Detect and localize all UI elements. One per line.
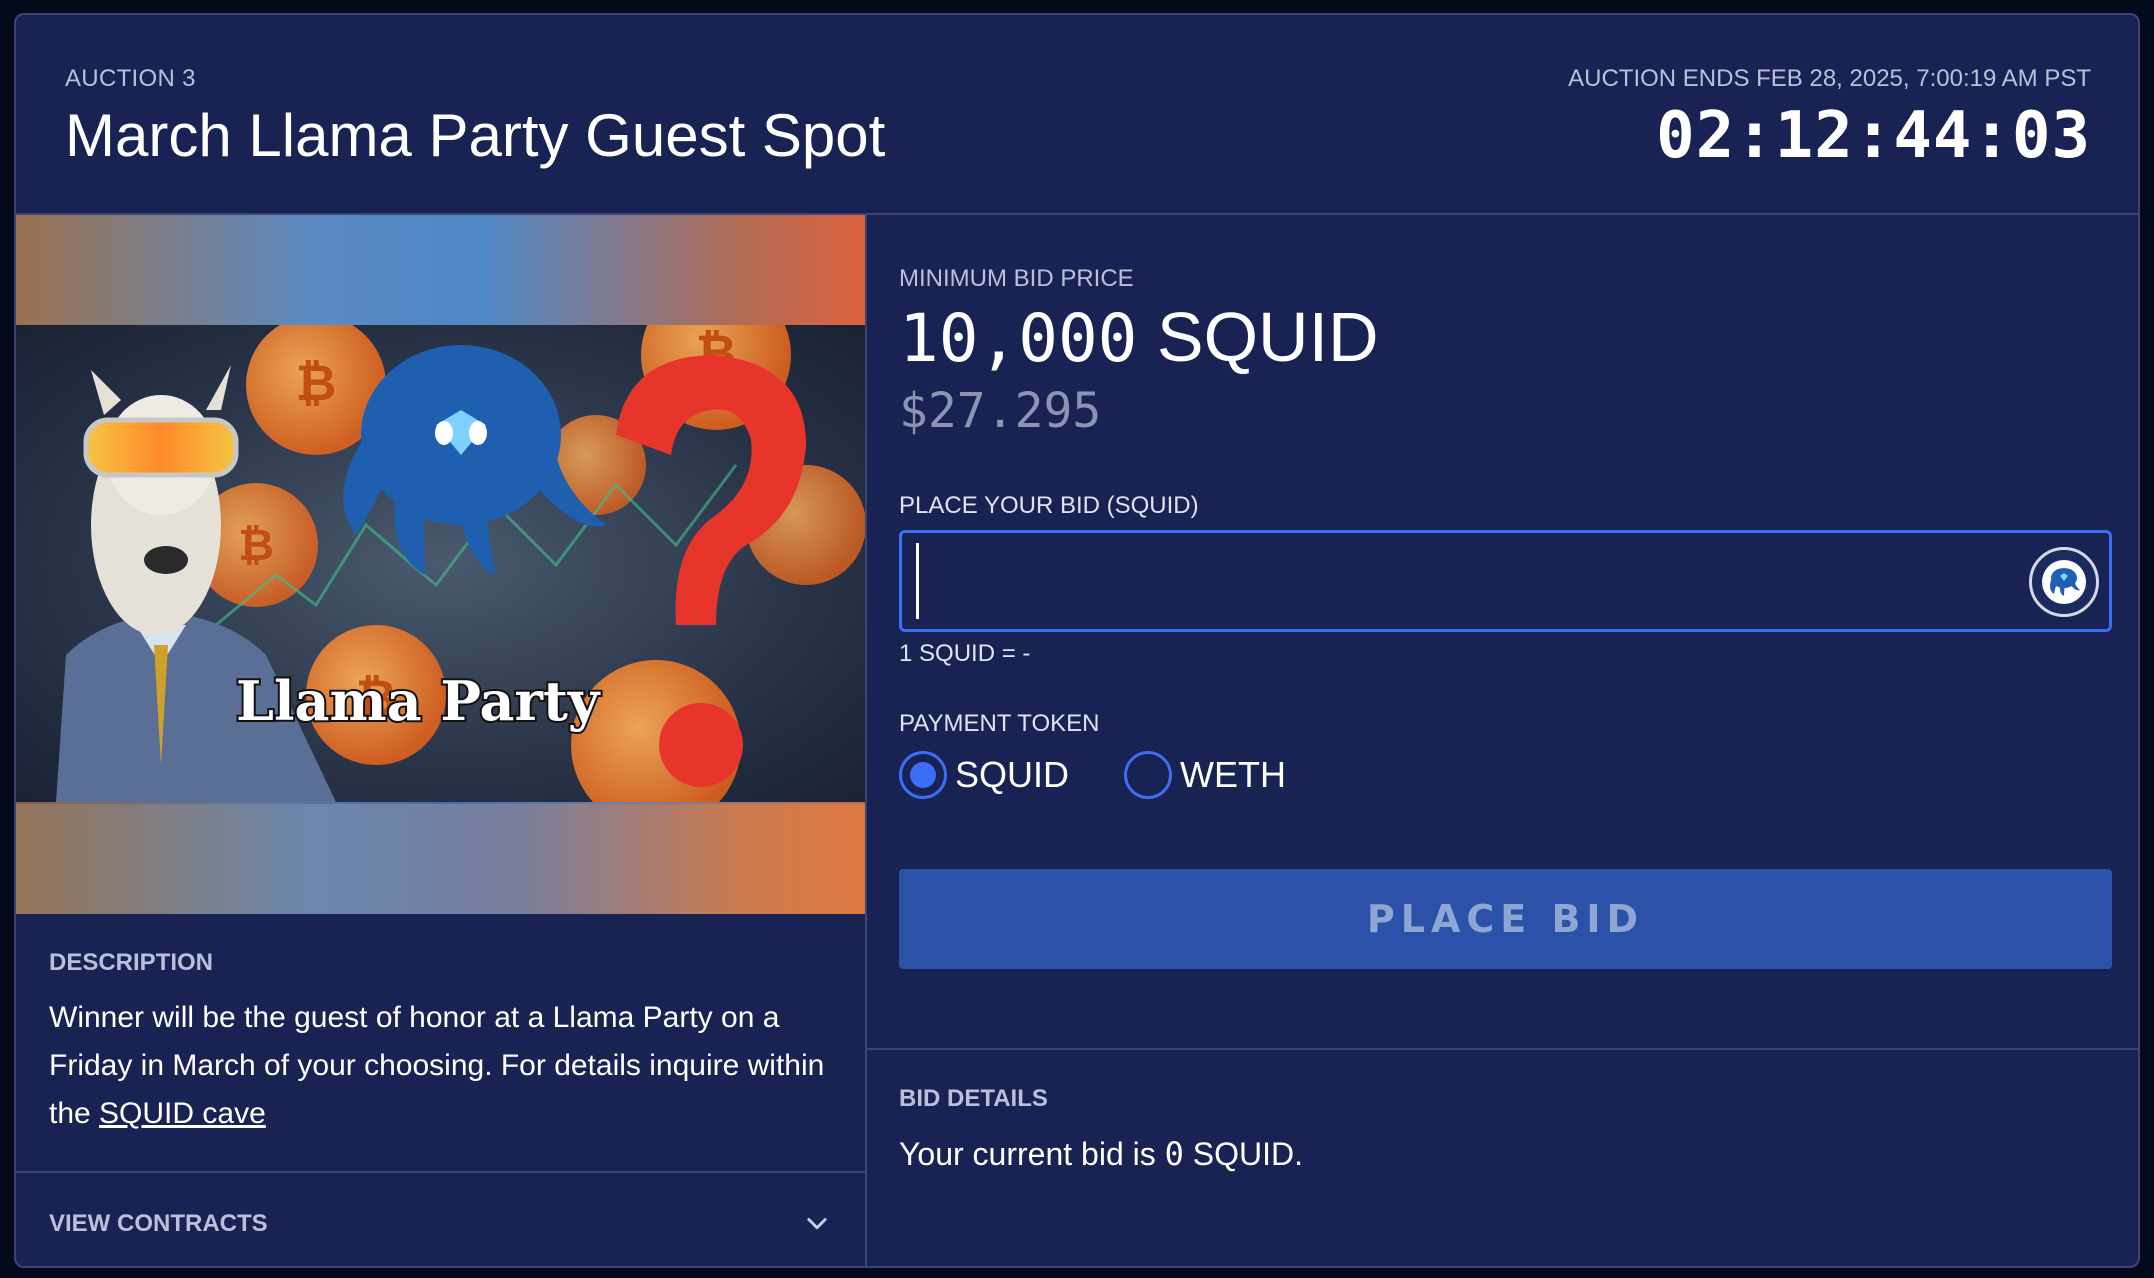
minimum-bid-amount: 10,000 xyxy=(899,300,1138,377)
svg-text:₿: ₿ xyxy=(238,520,274,571)
auction-card: AUCTION 3 March Llama Party Guest Spot A… xyxy=(14,13,2140,1268)
chevron-down-icon[interactable] xyxy=(803,1209,831,1237)
radio-label-squid: SQUID xyxy=(955,754,1070,795)
squid-cave-link[interactable]: SQUID cave xyxy=(99,1097,266,1130)
payment-token-label: PAYMENT TOKEN xyxy=(899,710,1100,737)
exchange-rate: 1 SQUID = - xyxy=(899,640,1031,667)
auction-header: AUCTION 3 March Llama Party Guest Spot A… xyxy=(16,15,2138,215)
svg-text:₿: ₿ xyxy=(296,354,337,412)
description-heading: DESCRIPTION xyxy=(49,949,214,976)
countdown-timer: 02:12:44:03 xyxy=(1656,99,2091,173)
auction-image: ₿ ₿ ₿ ₿ Llama Party xyxy=(16,215,865,914)
place-bid-button[interactable]: PLACE BID xyxy=(899,869,2112,969)
minimum-bid-token: SQUID xyxy=(1156,298,1379,376)
minimum-bid-label: MINIMUM BID PRICE xyxy=(899,265,1134,292)
bid-input-label: PLACE YOUR BID (SQUID) xyxy=(899,492,1199,519)
squid-logo-icon xyxy=(2042,560,2086,604)
view-contracts-label: VIEW CONTRACTS xyxy=(49,1210,268,1237)
current-bid-prefix: Your current bid is xyxy=(899,1136,1165,1172)
bid-input-container[interactable] xyxy=(899,530,2112,632)
current-bid-amount: 0 xyxy=(1164,1135,1184,1173)
radio-circle-squid[interactable] xyxy=(899,751,947,799)
squid-token-icon xyxy=(2029,547,2099,617)
auction-end-time: AUCTION ENDS FEB 28, 2025, 7:00:19 AM PS… xyxy=(1568,65,2091,92)
current-bid-text: Your current bid is 0 SQUID. xyxy=(899,1135,1303,1173)
minimum-bid-price: 10,000 SQUID xyxy=(899,297,1379,377)
current-bid-suffix: SQUID. xyxy=(1183,1136,1304,1172)
radio-squid[interactable]: SQUID xyxy=(899,750,1069,800)
image-blur-bottom xyxy=(16,804,865,914)
description-text: Winner will be the guest of honor at a L… xyxy=(49,994,849,1138)
llama-party-artwork: ₿ ₿ ₿ ₿ Llama Party xyxy=(16,325,865,802)
radio-label-weth: WETH xyxy=(1180,754,1286,795)
section-divider xyxy=(867,1048,2138,1050)
image-caption: Llama Party xyxy=(236,669,601,733)
radio-circle-weth[interactable] xyxy=(1124,751,1172,799)
view-contracts-toggle[interactable]: VIEW CONTRACTS xyxy=(16,1173,865,1266)
bid-panel: MINIMUM BID PRICE 10,000 SQUID $27.295 P… xyxy=(867,215,2138,1266)
auction-number: AUCTION 3 xyxy=(65,65,196,92)
image-blur-top xyxy=(16,215,865,325)
left-column: ₿ ₿ ₿ ₿ Llama Party DESCRIPTION Winner w… xyxy=(16,215,867,1266)
radio-weth[interactable]: WETH xyxy=(1124,750,1286,800)
bid-details-heading: BID DETAILS xyxy=(899,1085,1048,1112)
auction-title: March Llama Party Guest Spot xyxy=(65,102,886,169)
bid-amount-input[interactable] xyxy=(916,543,1996,619)
minimum-bid-usd: $27.295 xyxy=(899,383,1102,439)
description-section: DESCRIPTION Winner will be the guest of … xyxy=(16,914,865,1173)
